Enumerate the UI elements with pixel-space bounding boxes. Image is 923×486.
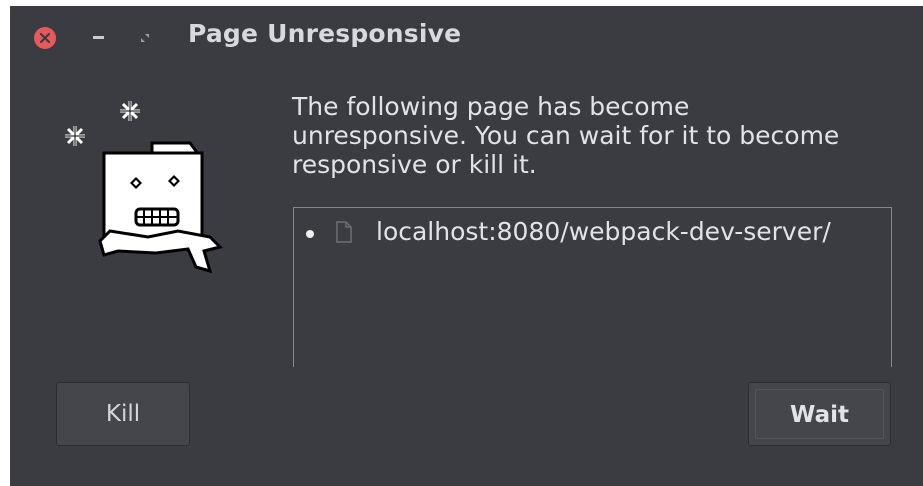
- maximize-icon: [141, 34, 149, 42]
- dialog-message: The following page has become unresponsi…: [292, 92, 840, 179]
- kill-button-label: Kill: [105, 401, 141, 427]
- minimize-button[interactable]: [88, 26, 112, 50]
- bullet: [306, 230, 314, 238]
- wait-button-label: Wait: [755, 389, 884, 439]
- minimize-icon: [93, 36, 104, 39]
- file-icon: [336, 221, 352, 243]
- unresponsive-page-list: localhost:8080/webpack-dev-server/: [293, 207, 892, 367]
- titlebar: Page Unresponsive: [10, 6, 923, 66]
- close-icon: [40, 33, 50, 43]
- maximize-button[interactable]: [133, 26, 157, 50]
- page-url: localhost:8080/webpack-dev-server/: [376, 217, 831, 246]
- snowflake-icon: [119, 100, 141, 122]
- kill-button[interactable]: Kill: [56, 382, 190, 446]
- window-title: Page Unresponsive: [188, 19, 462, 48]
- frozen-folder-icon: [64, 100, 223, 274]
- wait-button[interactable]: Wait: [748, 382, 891, 446]
- dialog-window: Page Unresponsive The following page has…: [10, 6, 923, 486]
- snowflake-icon: [64, 125, 86, 147]
- close-button[interactable]: [34, 27, 56, 49]
